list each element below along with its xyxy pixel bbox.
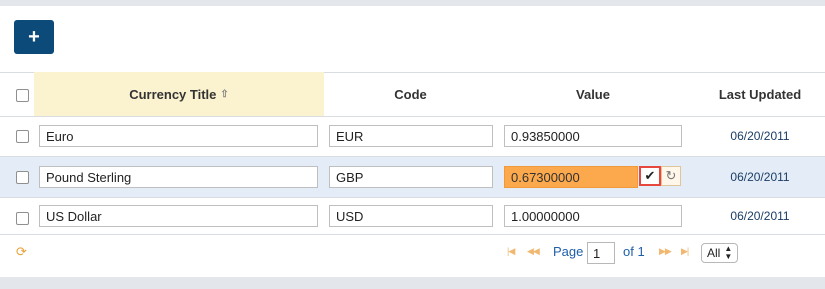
currency-value-field-editing[interactable] (504, 166, 638, 188)
previous-page-icon[interactable]: ◀◀ (527, 246, 540, 257)
column-header-currency-title-label: Currency Title (129, 86, 217, 102)
column-header-value[interactable]: Value (503, 72, 683, 116)
plus-icon: + (28, 26, 40, 48)
column-header-currency-title[interactable]: Currency Title ⇧ (34, 72, 324, 116)
page-count-label: of 1 (623, 244, 645, 259)
save-row-button[interactable]: ✔ (639, 166, 661, 186)
next-page-icon[interactable]: ▶▶ (659, 246, 672, 257)
row-divider (0, 234, 825, 235)
last-updated-date: 06/20/2011 (730, 129, 790, 143)
row-checkbox[interactable] (16, 212, 29, 225)
column-header-last-updated-label: Last Updated (718, 86, 802, 102)
column-header-code[interactable]: Code (328, 72, 493, 116)
row-checkbox[interactable] (16, 130, 29, 143)
table-row[interactable]: 06/20/2011 (0, 198, 825, 238)
page-number-input[interactable] (587, 242, 615, 264)
row-checkbox[interactable] (16, 171, 29, 184)
currency-value-field[interactable] (504, 125, 682, 147)
column-header-last-updated[interactable]: Last Updated (700, 72, 820, 116)
cancel-edit-button[interactable]: ↻ (661, 166, 681, 186)
undo-icon: ↻ (665, 168, 677, 183)
currency-value-field[interactable] (504, 205, 682, 227)
currency-title-field[interactable] (39, 166, 318, 188)
last-page-icon[interactable]: ▶| (681, 246, 689, 257)
last-updated-date: 06/20/2011 (730, 209, 790, 223)
sort-up-icon: ⇧ (220, 88, 229, 100)
currency-title-field[interactable] (39, 125, 318, 147)
top-divider (0, 0, 825, 6)
last-updated-date: 06/20/2011 (730, 170, 790, 184)
page-size-value: All (707, 246, 721, 260)
page-size-select[interactable]: All ▲ ▼ (701, 243, 739, 263)
add-currency-button[interactable]: + (14, 20, 54, 54)
table-row[interactable]: 06/20/2011 (0, 116, 825, 156)
grid-header: Currency Title ⇧ Code Value Last Updated (0, 72, 825, 116)
select-all-checkbox[interactable] (16, 89, 29, 102)
page-label: Page (553, 244, 584, 259)
pager: ⟳ |◀ ◀◀ Page of 1 ▶▶ ▶| All ▲▼ (0, 241, 825, 265)
currency-code-field[interactable] (329, 166, 493, 188)
checkmark-icon: ✔ (644, 168, 656, 183)
refresh-icon[interactable]: ⟳ (16, 244, 27, 260)
select-arrows-icon: ▲ ▼ (724, 244, 733, 261)
currency-code-field[interactable] (329, 125, 493, 147)
bottom-divider (0, 277, 825, 289)
currency-code-field[interactable] (329, 205, 493, 227)
column-header-code-label: Code (394, 86, 427, 102)
column-header-value-label: Value (576, 86, 610, 102)
currency-title-field[interactable] (39, 205, 318, 227)
first-page-icon[interactable]: |◀ (507, 246, 515, 257)
table-row-editing[interactable]: ✔ ↻ 06/20/2011 (0, 157, 825, 197)
